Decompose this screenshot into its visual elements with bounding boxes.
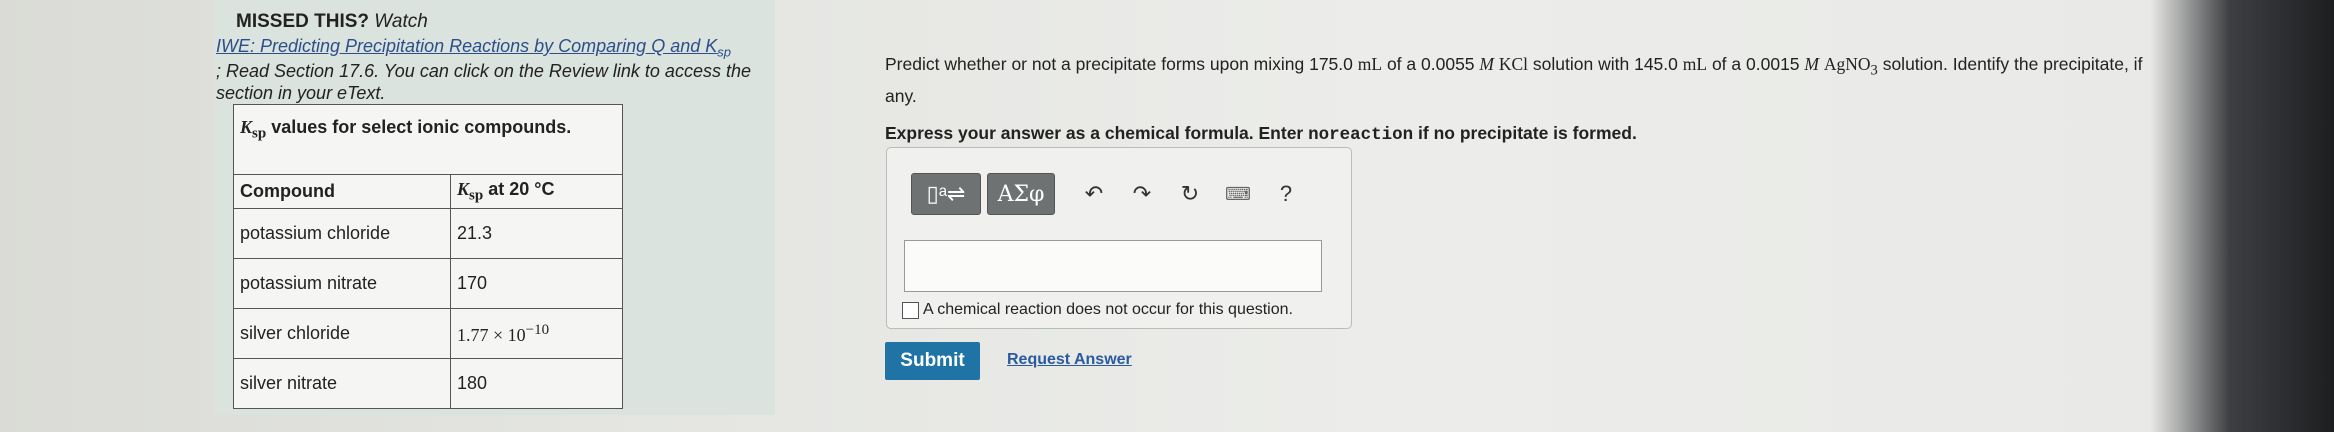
answer-input[interactable] [904, 240, 1322, 292]
table-row: potassium nitrate 170 [233, 258, 623, 309]
no-reaction-label: A chemical reaction does not occur for t… [923, 301, 1293, 318]
watch-link[interactable]: Watch [374, 11, 428, 32]
header-ksp: Ksp at 20 °C [450, 174, 623, 209]
reset-icon[interactable]: ↻ [1171, 173, 1209, 215]
read-section-text: ; Read Section 17.6. You can click on th… [216, 61, 751, 103]
request-answer-link[interactable]: Request Answer [1007, 351, 1132, 369]
iwe-video-link[interactable]: IWE: Predicting Precipitation Reactions … [216, 36, 731, 60]
greek-symbols-button[interactable]: ΑΣφ [987, 173, 1055, 215]
question-area: Predict whether or not a precipitate for… [885, 52, 2165, 145]
header-compound: Compound [233, 174, 451, 209]
table-row: silver chloride 1.77 × 10−10 [233, 308, 623, 359]
no-reaction-checkbox[interactable]: A chemical reaction does not occur for t… [902, 301, 1293, 319]
missed-this-heading: MISSED THIS? Watch [236, 11, 428, 32]
help-icon[interactable]: ? [1267, 173, 1305, 215]
math-toolbar: ▯ᵃ⇌ ΑΣφ ↶ ↷ ↻ ⌨ ? [911, 172, 1315, 216]
table-row: potassium chloride 21.3 [233, 208, 623, 259]
question-text: Predict whether or not a precipitate for… [885, 54, 2143, 106]
keyboard-icon[interactable]: ⌨ [1219, 173, 1257, 215]
submit-button[interactable]: Submit [885, 342, 980, 380]
table-caption: Ksp values for select ionic compounds. [233, 104, 623, 155]
templates-button[interactable]: ▯ᵃ⇌ [911, 173, 981, 215]
redo-icon[interactable]: ↷ [1123, 173, 1161, 215]
answer-widget: ▯ᵃ⇌ ΑΣφ ↶ ↷ ↻ ⌨ ? A chemical reaction do… [886, 147, 1352, 329]
table-row: silver nitrate 180 [233, 358, 623, 409]
undo-icon[interactable]: ↶ [1075, 173, 1113, 215]
ksp-values-table: Ksp values for select ionic compounds. C… [233, 104, 623, 409]
answer-instruction: Express your answer as a chemical formul… [885, 122, 1637, 145]
checkbox-square[interactable] [902, 301, 919, 319]
